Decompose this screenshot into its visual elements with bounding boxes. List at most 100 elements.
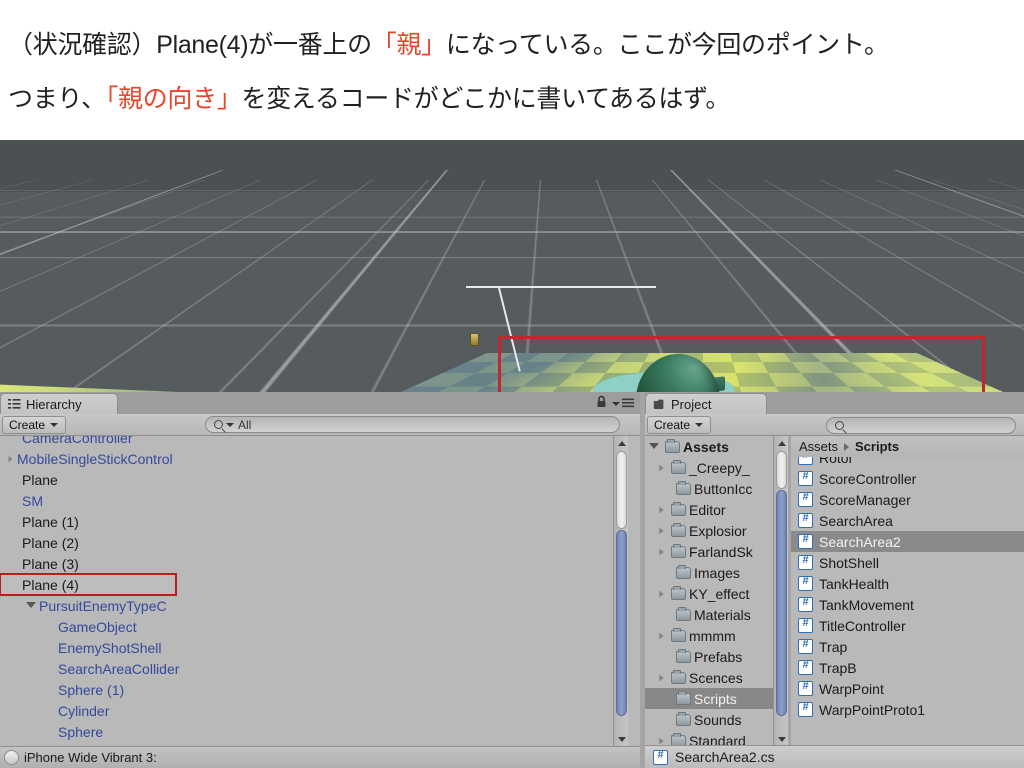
- project-asset-list[interactable]: Rotor ScoreController ScoreManager SearchAr…: [791, 457, 1024, 745]
- hierarchy-item[interactable]: Plane: [0, 469, 640, 490]
- project-tree-item[interactable]: mmmm: [645, 625, 775, 646]
- project-tree-item[interactable]: Sounds: [645, 709, 775, 730]
- project-tree-scroll-track[interactable]: [776, 451, 787, 489]
- hierarchy-scroll-track[interactable]: [616, 451, 627, 529]
- project-tree-item[interactable]: Explosior: [645, 520, 775, 541]
- csharp-script-icon: [798, 618, 813, 633]
- project-tree-item[interactable]: Assets: [645, 436, 775, 457]
- hierarchy-status-bar: iPhone Wide Vibrant 3:: [0, 746, 640, 768]
- project-tree-item-label: Explosior: [689, 523, 747, 539]
- breadcrumb-current[interactable]: Scripts: [855, 439, 899, 454]
- folder-icon: [671, 525, 686, 537]
- project-asset-label: ScoreManager: [819, 492, 911, 508]
- project-asset-item[interactable]: TrapB: [791, 657, 1024, 678]
- hierarchy-item[interactable]: SM: [0, 490, 640, 511]
- csharp-script-icon: [798, 639, 813, 654]
- project-tree-item[interactable]: ButtonIcc: [645, 478, 775, 499]
- project-tree-scroll-thumb[interactable]: [776, 490, 787, 716]
- project-asset-item[interactable]: SearchArea2: [791, 531, 1024, 552]
- expand-arrow-closed-icon[interactable]: [659, 548, 663, 555]
- project-tree-item-label: Scences: [689, 670, 743, 686]
- hierarchy-item[interactable]: SearchAreaCollider: [0, 658, 640, 679]
- hierarchy-item[interactable]: Plane (3): [0, 553, 640, 574]
- folder-icon: [676, 651, 691, 663]
- expand-arrow-closed-icon[interactable]: [659, 464, 663, 471]
- project-tree-item[interactable]: Prefabs: [645, 646, 775, 667]
- chevron-down-icon: [612, 402, 620, 406]
- csharp-script-icon: [798, 576, 813, 591]
- caption-line-2: つまり、「親の向き」を変えるコードがどこかに書いてあるはず。: [8, 72, 1016, 126]
- lock-icon[interactable]: [596, 395, 607, 413]
- breadcrumb-root[interactable]: Assets: [799, 439, 838, 454]
- project-asset-item[interactable]: WarpPointProto1: [791, 699, 1024, 720]
- hierarchy-scrollbar[interactable]: [613, 436, 628, 746]
- project-asset-item[interactable]: Rotor: [791, 457, 1024, 468]
- expand-arrow-closed-icon[interactable]: [659, 527, 663, 534]
- project-asset-item[interactable]: Trap: [791, 636, 1024, 657]
- project-asset-item[interactable]: ShotShell: [791, 552, 1024, 573]
- hierarchy-item[interactable]: Plane (4): [0, 574, 176, 595]
- expand-arrow-closed-icon[interactable]: [659, 590, 663, 597]
- project-folder-icon: [653, 398, 666, 410]
- hierarchy-create-button[interactable]: Create: [2, 416, 66, 434]
- hierarchy-item[interactable]: PursuitEnemyTypeC: [0, 595, 640, 616]
- hierarchy-scroll-up-button[interactable]: [614, 436, 629, 450]
- csharp-script-icon: [798, 597, 813, 612]
- project-asset-item[interactable]: ScoreManager: [791, 489, 1024, 510]
- expand-arrow-closed-icon[interactable]: [9, 455, 13, 461]
- hierarchy-item[interactable]: CameraController: [0, 436, 640, 448]
- scene-view[interactable]: [0, 140, 1024, 392]
- project-tree-item[interactable]: Scences: [645, 667, 775, 688]
- project-create-button[interactable]: Create: [647, 416, 711, 434]
- project-tree-item[interactable]: Editor: [645, 499, 775, 520]
- expand-arrow-closed-icon[interactable]: [659, 737, 663, 744]
- project-tree-item[interactable]: Materials: [645, 604, 775, 625]
- project-tree-scrollbar[interactable]: [773, 436, 788, 746]
- hierarchy-item-label: Plane (2): [22, 535, 79, 551]
- hierarchy-list[interactable]: CameraController MobileSingleStickControl…: [0, 436, 640, 746]
- hierarchy-tabstrip: Hierarchy: [0, 392, 640, 414]
- project-asset-item[interactable]: SearchArea: [791, 510, 1024, 531]
- project-asset-item[interactable]: TankMovement: [791, 594, 1024, 615]
- scene-wireframe-top: [466, 286, 656, 288]
- tab-hierarchy[interactable]: Hierarchy: [0, 393, 118, 414]
- caption-block: （状況確認）Plane(4)が一番上の「親」になっている。ここが今回のポイント。…: [0, 0, 1024, 140]
- hierarchy-item[interactable]: Sphere: [0, 721, 640, 742]
- expand-arrow-closed-icon[interactable]: [659, 674, 663, 681]
- hierarchy-item[interactable]: EnemyShotShell: [0, 637, 640, 658]
- hierarchy-item[interactable]: Cylinder: [0, 700, 640, 721]
- hierarchy-item-label: SM: [22, 493, 43, 509]
- csharp-script-icon: [798, 457, 813, 465]
- project-asset-item[interactable]: TankHealth: [791, 573, 1024, 594]
- hierarchy-item[interactable]: MobileSingleStickControl: [0, 448, 640, 469]
- expand-arrow-closed-icon[interactable]: [659, 506, 663, 513]
- project-asset-item[interactable]: TitleController: [791, 615, 1024, 636]
- project-tree-item[interactable]: Images: [645, 562, 775, 583]
- project-folder-tree[interactable]: Assets _Creepy_ ButtonIcc Editor Explosior Fa…: [645, 436, 775, 768]
- scene-gizmo-handle[interactable]: [470, 333, 479, 346]
- hierarchy-search-input[interactable]: All: [205, 416, 620, 433]
- project-asset-item[interactable]: ScoreController: [791, 468, 1024, 489]
- project-tree-scroll-down-button[interactable]: [774, 732, 789, 746]
- project-tree-item[interactable]: _Creepy_: [645, 457, 775, 478]
- chevron-down-icon: [50, 423, 58, 427]
- project-tree-item[interactable]: KY_effect: [645, 583, 775, 604]
- hierarchy-item[interactable]: Sphere (1): [0, 679, 640, 700]
- hierarchy-scroll-thumb[interactable]: [616, 530, 627, 716]
- hierarchy-item[interactable]: Plane (1): [0, 511, 640, 532]
- hierarchy-scroll-down-button[interactable]: [614, 732, 629, 746]
- project-asset-item[interactable]: WarpPoint: [791, 678, 1024, 699]
- tab-project[interactable]: Project: [645, 393, 767, 414]
- project-tree-item[interactable]: Scripts: [645, 688, 775, 709]
- project-search-input[interactable]: [826, 417, 1016, 434]
- hierarchy-item[interactable]: GameObject: [0, 616, 640, 637]
- expand-arrow-closed-icon[interactable]: [659, 632, 663, 639]
- expand-arrow-open-icon[interactable]: [26, 602, 36, 612]
- folder-icon: [665, 441, 680, 453]
- hierarchy-menu-button[interactable]: [612, 395, 634, 413]
- expand-arrow-open-icon[interactable]: [649, 443, 659, 453]
- project-tree-scroll-up-button[interactable]: [774, 436, 789, 450]
- folder-icon: [671, 462, 686, 474]
- hierarchy-item[interactable]: Plane (2): [0, 532, 640, 553]
- project-tree-item[interactable]: FarlandSk: [645, 541, 775, 562]
